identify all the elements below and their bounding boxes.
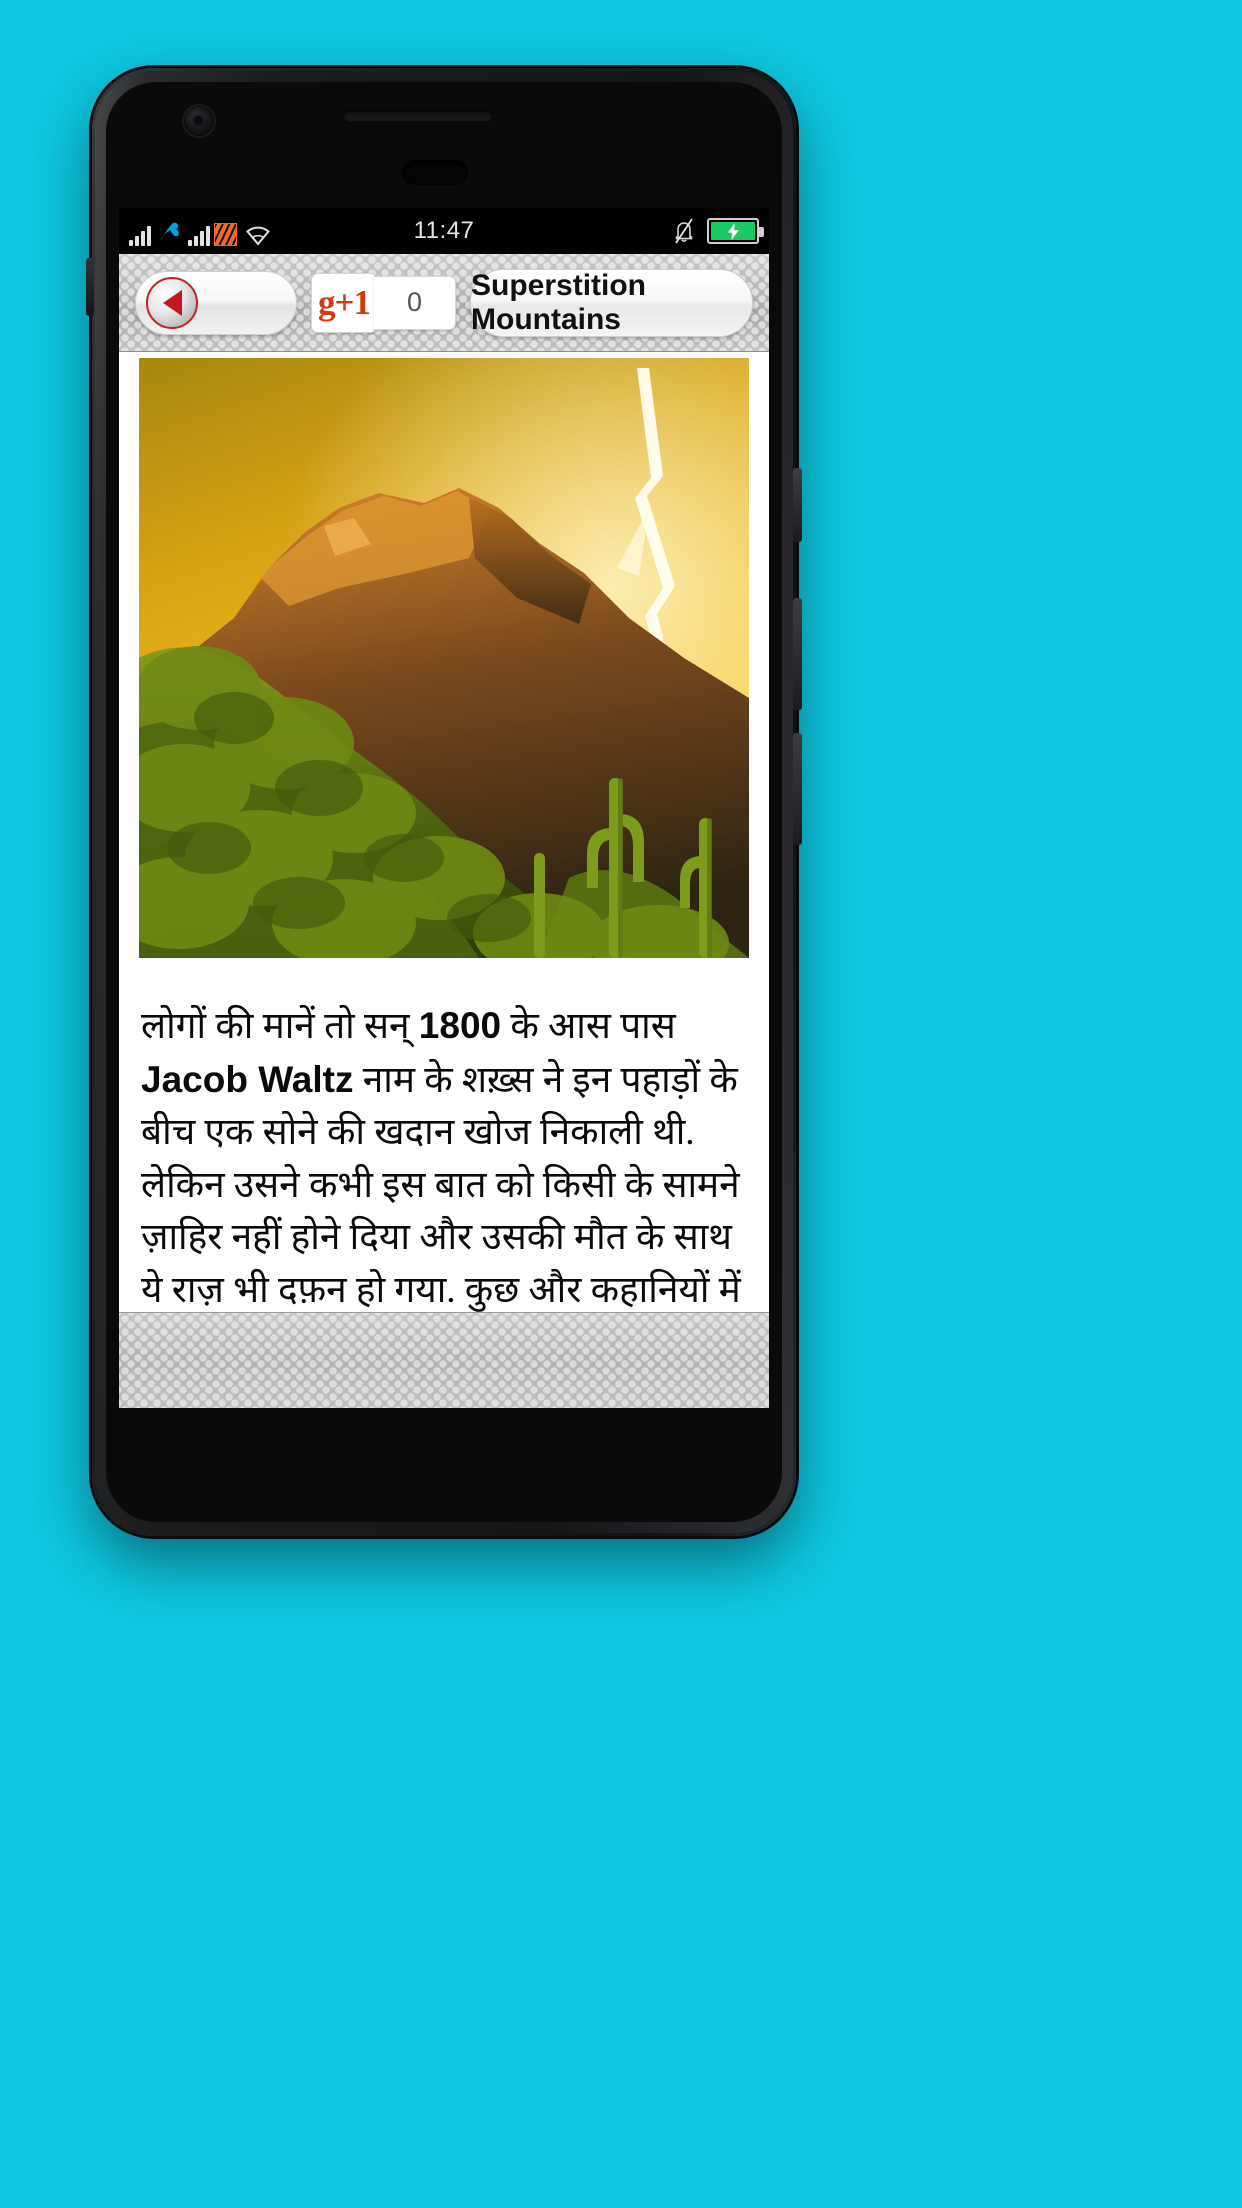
volume-down-button[interactable] <box>793 733 802 845</box>
back-arrow-icon <box>146 276 198 329</box>
phone-screen: 11:47 g+1 0 Superstition Mountains लोगों… <box>119 208 769 1408</box>
article-text-year: 1800 <box>418 1005 502 1046</box>
front-camera-icon <box>184 106 214 136</box>
phone-device: 11:47 g+1 0 Superstition Mountains लोगों… <box>86 68 802 1536</box>
power-button[interactable] <box>793 468 802 542</box>
app-bottom-bar <box>119 1312 769 1408</box>
article-text-name: Jacob Waltz <box>141 1058 354 1100</box>
google-plusone-widget[interactable]: g+1 0 <box>311 272 456 333</box>
back-button[interactable] <box>135 270 297 335</box>
article-scroll-area[interactable]: लोगों की मानें तो सन् 1800 के आस पास Jac… <box>119 352 769 1408</box>
status-bar: 11:47 <box>119 208 769 254</box>
battery-charging-icon <box>707 218 764 244</box>
earpiece-icon <box>402 160 468 185</box>
gplus-one-button[interactable]: g+1 <box>311 272 377 333</box>
side-assist-button[interactable] <box>86 258 94 316</box>
gplus-count-badge: 0 <box>374 275 456 330</box>
article-image <box>139 358 749 958</box>
article-text-pre: लोगों की मानें तो सन् <box>141 1006 419 1047</box>
app-toolbar: g+1 0 Superstition Mountains <box>119 254 769 352</box>
article-text-mid: के आस पास <box>501 1006 676 1047</box>
page-title: Superstition Mountains <box>470 268 753 337</box>
speaker-grille <box>344 110 492 121</box>
status-bar-clock: 11:47 <box>413 217 475 244</box>
volume-up-button[interactable] <box>793 598 802 710</box>
